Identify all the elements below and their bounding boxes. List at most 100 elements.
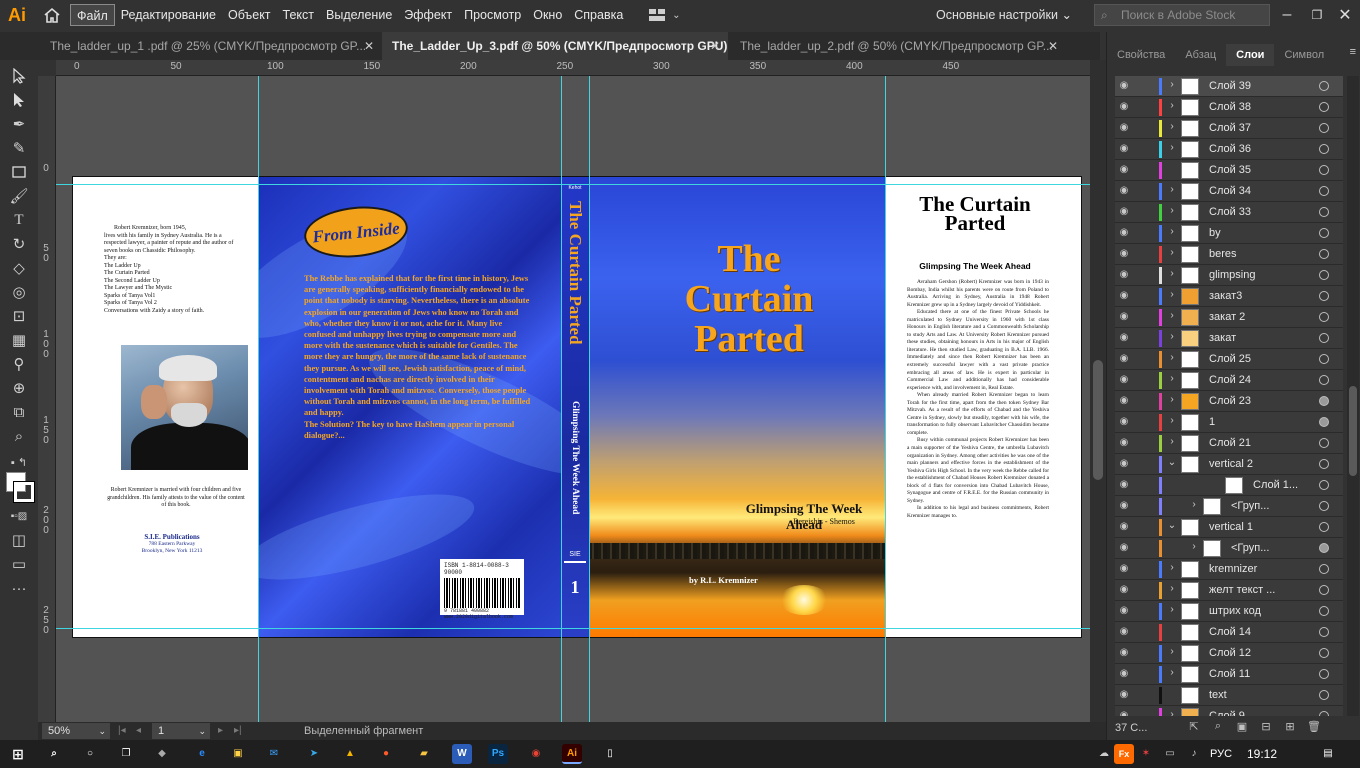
- expand-chevron-icon[interactable]: ›: [1167, 394, 1177, 405]
- visibility-eye-icon[interactable]: ◉: [1117, 206, 1131, 218]
- guide[interactable]: [258, 76, 259, 722]
- menu-item[interactable]: Объект: [222, 4, 277, 26]
- tab-ladder-up-3[interactable]: The_Ladder_Up_3.pdf @ 50% (CMYK/Предпрос…: [382, 32, 728, 60]
- layer-row[interactable]: ◉ › Слой 34: [1115, 181, 1343, 202]
- layer-row[interactable]: ◉ › желт текст ...: [1115, 580, 1343, 601]
- panel-tab[interactable]: Свойства: [1107, 44, 1175, 66]
- visibility-eye-icon[interactable]: ◉: [1117, 80, 1131, 92]
- layer-target-icon[interactable]: [1319, 480, 1329, 490]
- new-layer-icon[interactable]: ⊞: [1283, 720, 1297, 734]
- tab-ladder-up-2[interactable]: The_ladder_up_2.pdf @ 50% (CMYK/Предпрос…: [728, 32, 1066, 60]
- locate-object-icon[interactable]: ⌕: [1211, 720, 1225, 734]
- layer-target-icon[interactable]: [1319, 102, 1329, 112]
- layer-row[interactable]: ◉ Слой 1...: [1115, 475, 1343, 496]
- layer-target-icon[interactable]: [1319, 396, 1329, 406]
- visibility-eye-icon[interactable]: ◉: [1117, 479, 1131, 491]
- direct-selection-tool[interactable]: [9, 90, 29, 110]
- visibility-eye-icon[interactable]: ◉: [1117, 626, 1131, 638]
- expand-chevron-icon[interactable]: ›: [1167, 310, 1177, 321]
- layer-target-icon[interactable]: [1319, 627, 1329, 637]
- blend-tool[interactable]: ⊕: [9, 378, 29, 398]
- artboard-select[interactable]: 1 ⌄: [152, 723, 210, 739]
- expand-chevron-icon[interactable]: ›: [1167, 667, 1177, 678]
- visibility-eye-icon[interactable]: ◉: [1117, 227, 1131, 239]
- visibility-eye-icon[interactable]: ◉: [1117, 374, 1131, 386]
- eyedropper-tool[interactable]: ⚲: [9, 354, 29, 374]
- visibility-eye-icon[interactable]: ◉: [1117, 437, 1131, 449]
- layer-row[interactable]: ◉ Слой 35: [1115, 160, 1343, 181]
- eraser-tool[interactable]: ◇: [9, 258, 29, 278]
- visibility-eye-icon[interactable]: ◉: [1117, 122, 1131, 134]
- menu-item[interactable]: Эффект: [398, 4, 458, 26]
- mail-icon[interactable]: ✉: [264, 744, 284, 764]
- layer-target-icon[interactable]: [1319, 312, 1329, 322]
- prev-artboard-button[interactable]: ◂: [136, 723, 141, 739]
- expand-chevron-icon[interactable]: ›: [1167, 352, 1177, 363]
- visibility-eye-icon[interactable]: ◉: [1117, 563, 1131, 575]
- export-icon[interactable]: ⇱: [1187, 720, 1201, 734]
- expand-chevron-icon[interactable]: ›: [1167, 142, 1177, 153]
- windows-start-icon[interactable]: ⊞: [8, 744, 28, 764]
- layer-target-icon[interactable]: [1319, 144, 1329, 154]
- expand-chevron-icon[interactable]: ⌄: [1167, 520, 1177, 531]
- canvas[interactable]: Robert Kremnizer, born 1945, lives with h…: [56, 76, 1090, 722]
- layer-target-icon[interactable]: [1319, 270, 1329, 280]
- layer-row[interactable]: ◉ › <Груп...: [1115, 496, 1343, 517]
- visibility-eye-icon[interactable]: ◉: [1117, 248, 1131, 260]
- panel-tab[interactable]: Слои: [1226, 44, 1275, 66]
- layer-row[interactable]: ◉ › Слой 12: [1115, 643, 1343, 664]
- visibility-eye-icon[interactable]: ◉: [1117, 269, 1131, 281]
- layers-scrollbar[interactable]: [1347, 76, 1359, 716]
- photoshop-icon[interactable]: Ps: [488, 744, 508, 764]
- layer-row[interactable]: ◉ › Слой 36: [1115, 139, 1343, 160]
- layer-row[interactable]: ◉ › <Груп...: [1115, 538, 1343, 559]
- visibility-eye-icon[interactable]: ◉: [1117, 353, 1131, 365]
- visibility-eye-icon[interactable]: ◉: [1117, 101, 1131, 113]
- tab-ladder-up-1[interactable]: The_ladder_up_1 .pdf @ 25% (CMYK/Предпро…: [0, 32, 382, 60]
- layer-row[interactable]: ◉ › Слой 38: [1115, 97, 1343, 118]
- guide[interactable]: [56, 628, 1090, 629]
- panel-tab[interactable]: Абзац: [1175, 44, 1226, 66]
- expand-chevron-icon[interactable]: ›: [1167, 226, 1177, 237]
- fx-icon[interactable]: Fx: [1114, 744, 1134, 764]
- visibility-eye-icon[interactable]: ◉: [1117, 605, 1131, 617]
- menu-item[interactable]: Файл: [70, 4, 115, 26]
- layer-row[interactable]: ◉ › Слой 23: [1115, 391, 1343, 412]
- visibility-eye-icon[interactable]: ◉: [1117, 395, 1131, 407]
- layer-row[interactable]: ◉ › Слой 33: [1115, 202, 1343, 223]
- expand-chevron-icon[interactable]: ›: [1167, 268, 1177, 279]
- visibility-eye-icon[interactable]: ◉: [1117, 332, 1131, 344]
- layer-row[interactable]: ◉ › glimpsing: [1115, 265, 1343, 286]
- expand-chevron-icon[interactable]: ›: [1167, 100, 1177, 111]
- next-artboard-button[interactable]: ▸: [218, 723, 223, 739]
- stroke-swatch[interactable]: [13, 481, 35, 503]
- document-icon[interactable]: ▯: [600, 744, 620, 764]
- layer-target-icon[interactable]: [1319, 438, 1329, 448]
- layer-row[interactable]: ◉ › штрих код: [1115, 601, 1343, 622]
- close-button[interactable]: ✕: [1330, 0, 1360, 30]
- rotate-tool[interactable]: ↻: [9, 234, 29, 254]
- layer-target-icon[interactable]: [1319, 459, 1329, 469]
- layer-row[interactable]: ◉ › Слой 24: [1115, 370, 1343, 391]
- pen-tool[interactable]: ✒: [9, 114, 29, 134]
- visibility-eye-icon[interactable]: ◉: [1117, 710, 1131, 716]
- guide[interactable]: [589, 76, 590, 722]
- color-mode-buttons[interactable]: ▪▫▨: [4, 506, 34, 526]
- visibility-eye-icon[interactable]: ◉: [1117, 416, 1131, 428]
- expand-chevron-icon[interactable]: ›: [1167, 604, 1177, 615]
- paintbrush-tool[interactable]: 🖌: [9, 186, 29, 206]
- artboard-tool[interactable]: ⧉: [9, 402, 29, 422]
- layer-row[interactable]: ◉ › beres: [1115, 244, 1343, 265]
- visibility-eye-icon[interactable]: ◉: [1117, 584, 1131, 596]
- expand-chevron-icon[interactable]: ›: [1167, 79, 1177, 90]
- layer-target-icon[interactable]: [1319, 333, 1329, 343]
- workspace-switcher[interactable]: Основные настройки ⌄: [928, 4, 1076, 26]
- screen-mode-button[interactable]: ▭: [9, 554, 29, 574]
- first-artboard-button[interactable]: |◂: [118, 723, 126, 739]
- close-tab-icon[interactable]: ✕: [364, 32, 374, 60]
- task-view-icon[interactable]: ❐: [116, 744, 136, 764]
- visibility-eye-icon[interactable]: ◉: [1117, 458, 1131, 470]
- app-icon[interactable]: ▲: [340, 744, 360, 764]
- visibility-eye-icon[interactable]: ◉: [1117, 521, 1131, 533]
- menu-item[interactable]: Справка: [568, 4, 629, 26]
